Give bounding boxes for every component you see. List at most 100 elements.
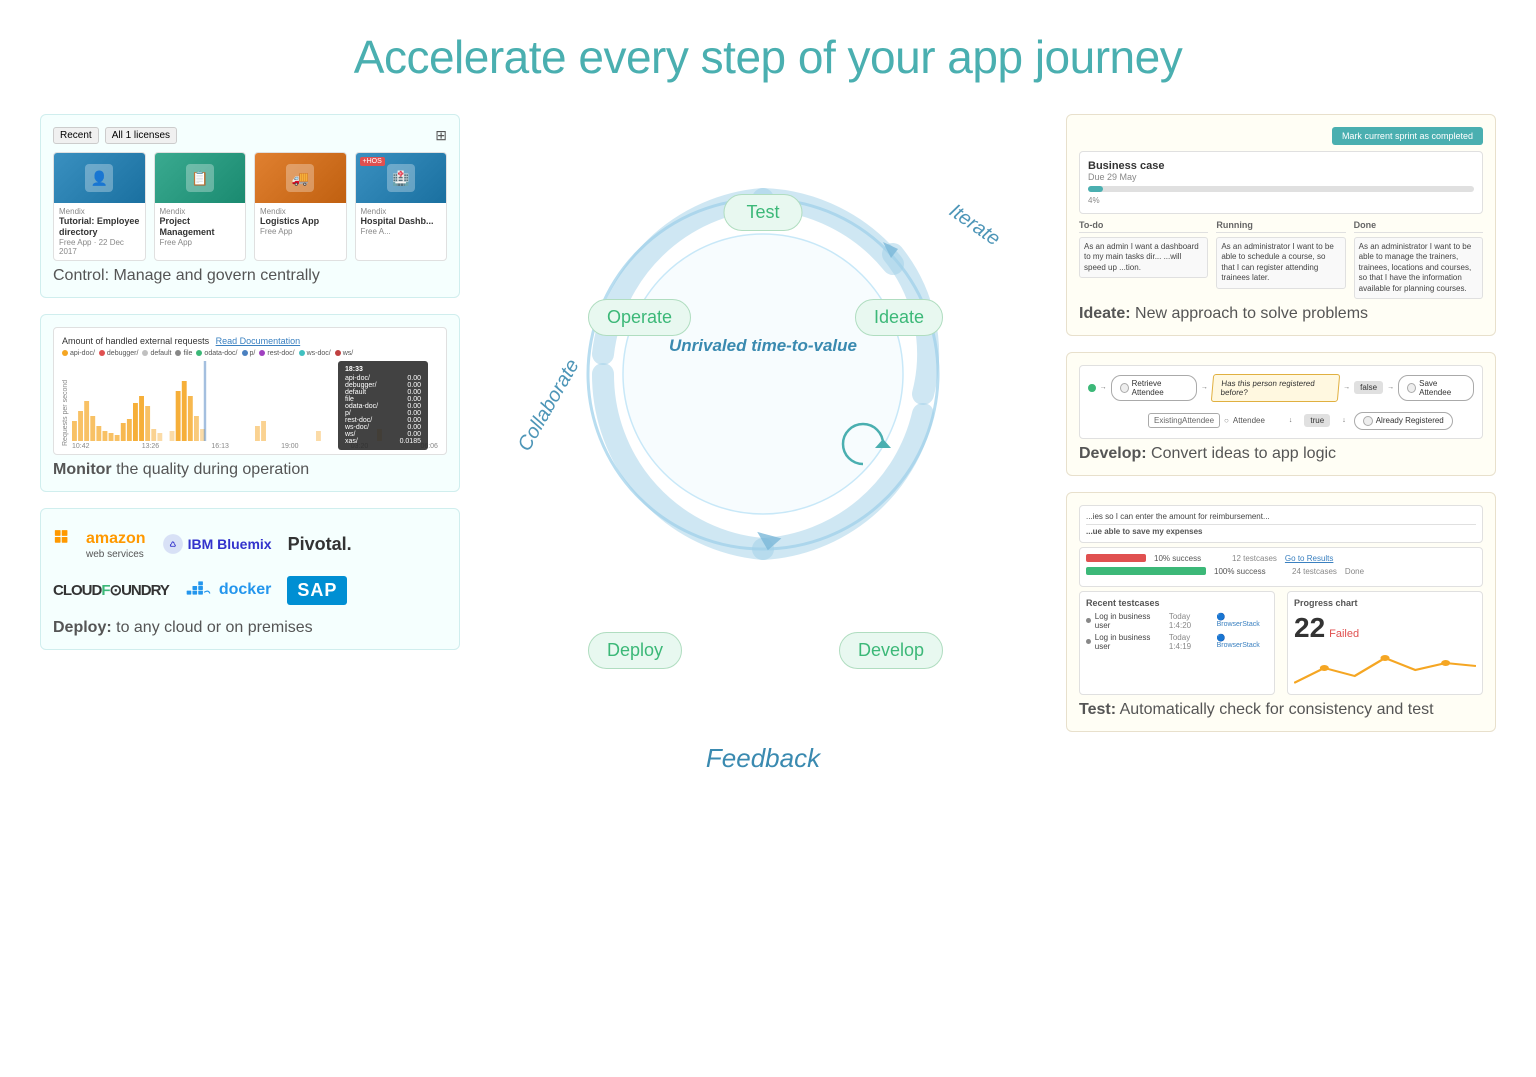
tooltip-row-p: p/0.00 <box>345 410 421 417</box>
done-label: Done <box>1345 567 1364 576</box>
test-section: ...ies so I can enter the amount for rei… <box>1066 492 1496 732</box>
kanban-board: To-do As an admin I want a dashboard to … <box>1079 220 1483 299</box>
flow-start-dot <box>1088 384 1096 392</box>
testcase-browser-1: 🔵 BrowserStack <box>1217 613 1268 628</box>
testcase-header: Recent testcases <box>1086 598 1268 608</box>
mark-sprint-btn[interactable]: Mark current sprint as completed <box>1332 127 1483 145</box>
kanban-full: To-do As an admin I want a dashboard to … <box>1079 220 1483 299</box>
ideate-rest: New approach to solve problems <box>1131 305 1368 322</box>
feedback-label: Feedback <box>706 743 820 774</box>
app-sub: Free App <box>260 227 341 236</box>
deploy-bold: Deploy: <box>53 619 112 636</box>
legend-api: api-doc/ <box>62 350 95 357</box>
chart-link[interactable]: Read Documentation <box>216 336 301 346</box>
app-card-employee[interactable]: 👤 Mendix Tutorial: Employee directory Fr… <box>53 152 146 261</box>
cycle-main-text: Unrivaled time-to-value <box>663 334 863 358</box>
kanban-running-header: Running <box>1216 220 1345 233</box>
operate-node: Operate <box>588 299 691 336</box>
employee-icon: 👤 <box>85 164 113 192</box>
legend-p: p/ <box>242 350 256 357</box>
develop-section: → Retrieve Attendee → Has this person re… <box>1066 352 1496 476</box>
story-text-1: ...ies so I can enter the amount for rei… <box>1086 512 1476 525</box>
app-name: Tutorial: Employee directory <box>59 216 140 238</box>
app-card-body-employee: Mendix Tutorial: Employee directory Free… <box>54 203 145 260</box>
kanban-running-col: Running As an administrator I want to be… <box>1216 220 1345 299</box>
retrieve-attendee-node: Retrieve Attendee <box>1111 375 1197 401</box>
test-result-count-1: 12 testcases <box>1232 554 1277 563</box>
left-panel: Recent All 1 licenses ⊞ 👤 Mendix Tutoria… <box>40 114 460 650</box>
ideate-section: Mark current sprint as completed Busines… <box>1066 114 1496 336</box>
bc-header-row: Business case <box>1088 160 1474 172</box>
kanban-todo-card: As an admin I want a dashboard to my mai… <box>1079 237 1208 278</box>
app-card-project[interactable]: 📋 Mendix Project Management Free App <box>154 152 247 261</box>
recent-button[interactable]: Recent <box>53 127 99 144</box>
cycle-center: Unrivaled time-to-value Test Operate Ide… <box>460 114 1066 814</box>
amazon-text: amazon <box>86 530 146 548</box>
app-sub: Free App · 22 Dec 2017 <box>59 238 140 256</box>
app-card-logistics[interactable]: 🚚 Mendix Logistics App Free App <box>254 152 347 261</box>
bc-due: Due 29 May <box>1088 172 1474 182</box>
ideate-bold: Ideate: <box>1079 305 1131 322</box>
three-column-layout: Recent All 1 licenses ⊞ 👤 Mendix Tutoria… <box>40 114 1496 814</box>
story-text-2: ...ue able to save my expenses <box>1086 527 1476 536</box>
control-bold: Control: <box>53 267 109 284</box>
flow-row-2: ExistingAttendee ○ Attendee ↓ true ↓ Alr… <box>1148 412 1453 430</box>
go-to-results-link[interactable]: Go to Results <box>1285 554 1333 563</box>
svg-text:♺: ♺ <box>169 540 176 549</box>
monitor-section: Amount of handled external requests Read… <box>40 314 460 492</box>
bc-pct: 4% <box>1088 196 1474 205</box>
monitor-label: Monitor the quality during operation <box>53 461 447 479</box>
testcase-row-2: Log in business user Today 1:4:19 🔵 Brow… <box>1086 633 1268 651</box>
test-results: 10% success 12 testcases Go to Results 1… <box>1079 547 1483 587</box>
vendor-label: Mendix <box>59 207 140 216</box>
progress-chart-header: Progress chart <box>1294 598 1476 608</box>
testcase-time-2: Today 1:4:19 <box>1169 633 1213 651</box>
progress-chart-box: Progress chart 22 Failed <box>1287 591 1483 695</box>
tooltip-row-default: default0.00 <box>345 389 421 396</box>
bc-title: Business case <box>1088 160 1164 172</box>
test-result-row-1: 10% success 12 testcases Go to Results <box>1086 554 1476 563</box>
legend-rest: rest-doc/ <box>259 350 294 357</box>
brand-logos: amazon web services ♺ IBM Bluemix <box>53 521 447 613</box>
ibm-logo: ♺ IBM Bluemix <box>162 533 272 555</box>
page-title: Accelerate every step of your app journe… <box>40 30 1496 84</box>
ideate-label: Ideate: New approach to solve problems <box>1079 305 1483 323</box>
progress-section: Recent testcases Log in business user To… <box>1079 591 1483 695</box>
business-case: Business case Due 29 May 4% <box>1079 151 1483 214</box>
docker-icon <box>185 579 215 601</box>
monitor-rest: the quality during operation <box>112 461 309 478</box>
docker-text: docker <box>219 581 271 599</box>
control-section: Recent All 1 licenses ⊞ 👤 Mendix Tutoria… <box>40 114 460 298</box>
app-card-header-hospital: 🏥 +HOS <box>356 153 447 203</box>
app-name: Logistics App <box>260 216 341 227</box>
page-container: Accelerate every step of your app journe… <box>0 0 1536 1077</box>
has-person-node: Has this person registered before? <box>1211 374 1341 402</box>
test-result-row-2: 100% success 24 testcases Done <box>1086 567 1476 576</box>
false-node: false <box>1354 381 1383 394</box>
license-button[interactable]: All 1 licenses <box>105 127 177 144</box>
flow-row-1: → Retrieve Attendee → Has this person re… <box>1088 374 1474 402</box>
test-node: Test <box>723 194 802 231</box>
app-card-hospital[interactable]: 🏥 +HOS Mendix Hospital Dashb... Free A..… <box>355 152 448 261</box>
sap-text: SAP <box>297 580 337 601</box>
develop-label: Develop: Convert ideas to app logic <box>1079 445 1483 463</box>
ideate-node: Ideate <box>855 299 943 336</box>
kanban-running-card: As an administrator I want to be able to… <box>1216 237 1345 289</box>
tooltip-row-file: file0.00 <box>345 396 421 403</box>
true-node: true <box>1304 414 1330 427</box>
app-card-header-employee: 👤 <box>54 153 145 203</box>
test-result-label-1: 10% success <box>1154 554 1224 563</box>
bc-progress-fill <box>1088 186 1103 192</box>
legend-odata: odata-doc/ <box>196 350 237 357</box>
testcase-name-2: Log in business user <box>1095 633 1165 651</box>
develop-node: Develop <box>839 632 943 669</box>
tooltip-row-ws: ws/0.00 <box>345 431 421 438</box>
control-rest: Manage and govern centrally <box>109 267 320 284</box>
cycle-center-text: Unrivaled time-to-value <box>663 334 863 358</box>
app-toolbar: Recent All 1 licenses ⊞ <box>53 127 447 144</box>
testcase-row-1: Log in business user Today 1:4:20 🔵 Brow… <box>1086 612 1268 630</box>
tooltip-row-debugger: debugger/0.00 <box>345 382 421 389</box>
testcase-dot-1 <box>1086 618 1091 623</box>
test-result-count-2: 24 testcases <box>1292 567 1337 576</box>
grid-icon[interactable]: ⊞ <box>435 127 447 144</box>
